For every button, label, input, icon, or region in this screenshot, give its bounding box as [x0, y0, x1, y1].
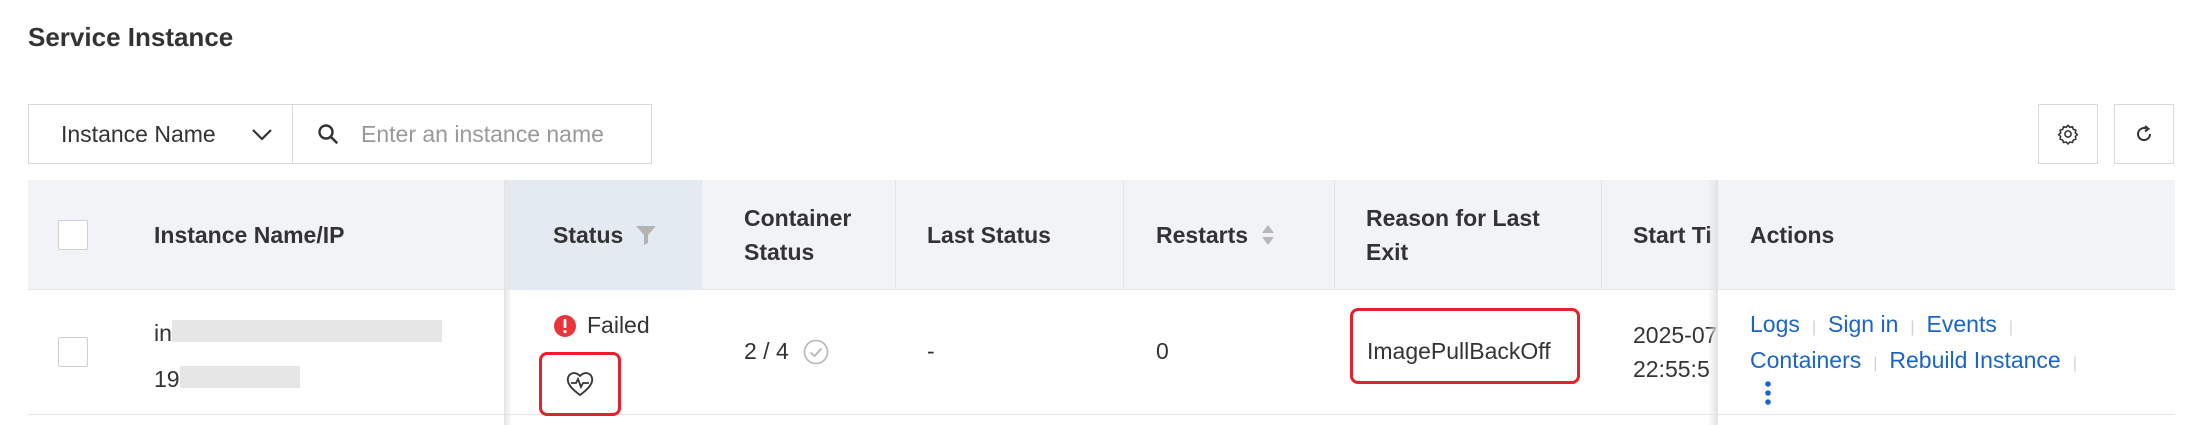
column-last-status: Last Status: [927, 222, 1051, 248]
rebuild-instance-link[interactable]: Rebuild Instance: [1889, 347, 2060, 373]
column-status[interactable]: Status: [553, 180, 657, 290]
logs-link[interactable]: Logs: [1750, 311, 1800, 337]
error-icon: [554, 314, 576, 337]
settings-button[interactable]: [2038, 104, 2098, 164]
select-all-checkbox[interactable]: [58, 220, 88, 250]
search-placeholder: Enter an instance name: [361, 120, 604, 147]
actions-column: Actions Logs | Sign in | Events | Containers |…: [1718, 180, 2175, 425]
container-status-cell: 2 / 4: [744, 338, 829, 365]
instance-ip: 19: [154, 366, 180, 392]
row-checkbox[interactable]: [58, 337, 88, 367]
column-restarts[interactable]: Restarts: [1156, 180, 1276, 290]
sort-icon[interactable]: [1260, 223, 1276, 247]
start-time: 22:55:5: [1633, 356, 1710, 382]
events-link[interactable]: Events: [1927, 311, 1997, 337]
redacted-ip: [180, 366, 300, 388]
last-status-value: -: [927, 338, 935, 364]
restarts-value: 0: [1156, 338, 1169, 364]
sign-in-link[interactable]: Sign in: [1828, 311, 1898, 337]
filter-icon[interactable]: [635, 224, 657, 246]
search-input[interactable]: Enter an instance name: [293, 105, 651, 163]
refresh-icon: [2137, 125, 2152, 142]
refresh-button[interactable]: [2114, 104, 2174, 164]
gear-icon: [2057, 124, 2079, 145]
page-title: Service Instance: [28, 22, 234, 52]
status-text: Failed: [587, 312, 650, 338]
column-actions: Actions: [1750, 222, 1835, 248]
start-date: 2025-07: [1633, 322, 1718, 348]
column-reason-last-exit: Reason for Last Exit: [1366, 205, 1540, 265]
redacted-name: [172, 320, 442, 342]
column-container-status: Container Status: [744, 205, 852, 265]
column-status-label: Status: [553, 222, 624, 248]
check-circle-icon: [803, 339, 829, 364]
filter-field-select[interactable]: Instance Name: [29, 105, 293, 163]
filter-field-value: Instance Name: [61, 120, 216, 147]
more-options-icon[interactable]: [1764, 380, 1772, 406]
reason-value: ImagePullBackOff: [1367, 338, 1551, 364]
instance-name[interactable]: in: [154, 320, 172, 347]
column-instance-name: Instance Name/IP: [154, 222, 345, 248]
chevron-down-icon: [252, 129, 272, 141]
column-start-time: Start Ti: [1633, 222, 1712, 248]
status-cell: Failed: [553, 312, 650, 339]
column-restarts-label: Restarts: [1156, 222, 1249, 248]
search-icon: [318, 124, 338, 144]
containers-link[interactable]: Containers: [1750, 347, 1861, 373]
instance-table: Instance Name/IP Status Container Status…: [28, 180, 2175, 425]
instance-filter: Instance Name Enter an instance name: [28, 104, 652, 164]
heart-rate-icon[interactable]: [565, 370, 595, 398]
